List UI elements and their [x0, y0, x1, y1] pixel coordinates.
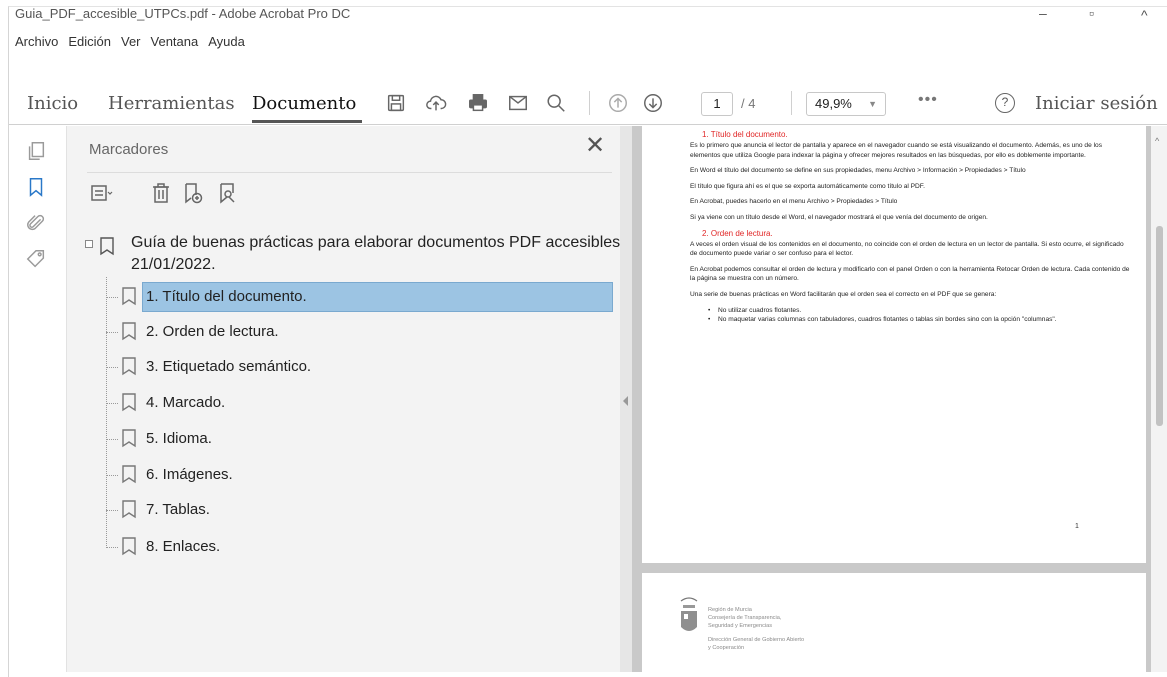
print-icon[interactable]	[465, 90, 491, 116]
bookmark-label: 3. Etiquetado semántico.	[146, 358, 312, 375]
window-title: Guia_PDF_accesible_UTPCs.pdf - Adobe Acr…	[15, 6, 351, 21]
panel-divider	[87, 172, 612, 173]
tab-inicio[interactable]: Inicio	[27, 93, 78, 114]
bookmark-item[interactable]: 8. Enlaces.	[106, 532, 576, 562]
document-viewport[interactable]: 1. Título del documento. Es lo primero q…	[632, 126, 1167, 677]
toolbar-separator	[791, 91, 792, 115]
upload-cloud-icon[interactable]	[423, 90, 449, 116]
collapse-arrow-icon[interactable]	[623, 396, 628, 406]
bookmark-icon	[98, 236, 116, 261]
footer-organization: Región de Murcia Consejería de Transpare…	[708, 607, 805, 651]
sign-in-link[interactable]: Iniciar sesión	[1035, 93, 1158, 114]
bookmark-item[interactable]: 2. Orden de lectura.	[106, 317, 576, 347]
zoom-value: 49,9%	[815, 96, 852, 111]
bookmark-label: 1. Título del documento.	[146, 288, 307, 305]
doc-paragraph: En Word el título del documento se defin…	[690, 167, 1026, 175]
bookmark-item[interactable]: 6. Imágenes.	[106, 460, 576, 490]
tab-documento[interactable]: Documento	[252, 93, 356, 114]
doc-paragraph: Si ya viene con un título desde el Word,…	[690, 213, 988, 221]
bookmark-item[interactable]: 3. Etiquetado semántico.	[106, 352, 576, 382]
menu-ver[interactable]: Ver	[121, 34, 141, 49]
doc-paragraph: Una serie de buenas prácticas en Word fa…	[690, 290, 997, 298]
bookmark-item[interactable]: 5. Idioma.	[106, 424, 576, 454]
search-bookmark-icon[interactable]	[215, 181, 241, 207]
search-icon[interactable]	[543, 90, 569, 116]
close-icon[interactable]: ✕	[585, 134, 605, 158]
bookmark-icon	[120, 321, 138, 346]
toolbar-separator	[589, 91, 590, 115]
bookmark-icon	[120, 499, 138, 524]
vertical-scrollbar[interactable]: ^	[1151, 126, 1167, 672]
mail-icon[interactable]	[505, 90, 531, 116]
pdf-page-2: Región de Murcia Consejería de Transpare…	[642, 573, 1146, 677]
close-button[interactable]: ^	[1141, 7, 1148, 23]
bookmark-root-title: Guía de buenas prácticas para elaborar d…	[131, 234, 625, 251]
bookmark-icon	[120, 536, 138, 561]
bookmark-item[interactable]: 4. Marcado.	[106, 388, 576, 418]
bookmark-item[interactable]: 1. Título del documento.	[106, 282, 613, 312]
menu-archivo[interactable]: Archivo	[15, 34, 58, 49]
bookmark-icon	[120, 356, 138, 381]
menu-edicion[interactable]: Edición	[68, 34, 111, 49]
bookmark-icon	[120, 286, 138, 311]
save-icon[interactable]	[383, 90, 409, 116]
doc-list-item: No maquetar varias columnas con tabulado…	[690, 315, 1132, 325]
page-total: / 4	[741, 96, 756, 111]
page-number-input[interactable]: 1	[701, 92, 733, 116]
options-menu-icon[interactable]	[89, 181, 115, 207]
delete-bookmark-icon[interactable]	[149, 181, 175, 207]
chevron-down-icon: ▼	[868, 99, 877, 109]
doc-paragraph: A veces el orden visual de los contenido…	[690, 240, 1124, 258]
bookmark-item[interactable]: 7. Tablas.	[106, 495, 576, 525]
doc-page-number: 1	[1075, 523, 1079, 530]
bookmark-label: 2. Orden de lectura.	[146, 323, 279, 340]
tag-icon[interactable]	[25, 248, 49, 272]
title-bar: Guia_PDF_accesible_UTPCs.pdf - Adobe Acr…	[9, 7, 1167, 37]
bookmark-label: 5. Idioma.	[146, 430, 212, 447]
menu-bar: Archivo Edición Ver Ventana Ayuda	[15, 34, 245, 49]
navigation-rail	[9, 126, 67, 672]
doc-heading: 1. Título del documento.	[702, 130, 788, 139]
region-crest-icon	[680, 597, 698, 631]
maximize-button[interactable]: ▫	[1089, 7, 1094, 21]
bookmark-icon[interactable]	[25, 176, 49, 200]
panel-splitter[interactable]	[620, 126, 632, 672]
help-icon[interactable]: ?	[995, 93, 1015, 113]
bookmark-icon	[120, 428, 138, 453]
tab-herramientas[interactable]: Herramientas	[108, 93, 235, 114]
more-options-button[interactable]: •••	[918, 91, 938, 109]
doc-heading: 2. Orden de lectura.	[702, 228, 773, 238]
acrobat-window: Guia_PDF_accesible_UTPCs.pdf - Adobe Acr…	[8, 6, 1167, 677]
bookmark-label: 8. Enlaces.	[146, 538, 221, 555]
doc-paragraph: En Acrobat, puedes hacerlo en el menu Ar…	[690, 198, 898, 206]
minimize-button[interactable]: –	[1039, 7, 1047, 21]
scrollbar-thumb[interactable]	[1156, 226, 1163, 426]
bookmark-label: 6. Imágenes.	[146, 466, 233, 483]
page-up-icon[interactable]	[605, 90, 631, 116]
attachment-icon[interactable]	[25, 212, 49, 236]
page-down-icon[interactable]	[640, 90, 666, 116]
zoom-select[interactable]: 49,9% ▼	[806, 92, 886, 116]
active-tab-indicator	[252, 120, 362, 123]
menu-ventana[interactable]: Ventana	[151, 34, 199, 49]
bookmark-icon	[120, 392, 138, 417]
doc-list-item: No utilizar cuadros flotantes.	[690, 306, 1132, 316]
bookmark-label: 4. Marcado.	[146, 394, 226, 411]
bookmarks-panel: Marcadores ✕ Guía de buenas prácticas pa…	[67, 126, 625, 672]
pdf-page-1: 1. Título del documento. Es lo primero q…	[642, 126, 1146, 563]
menu-ayuda[interactable]: Ayuda	[208, 34, 245, 49]
scroll-up-icon[interactable]: ^	[1155, 136, 1159, 146]
pages-icon[interactable]	[25, 140, 49, 164]
doc-paragraph: En Acrobat podemos consultar el orden de…	[690, 265, 1130, 283]
doc-paragraph: Es lo primero que anuncia el lector de p…	[690, 142, 1103, 159]
bookmark-icon	[120, 464, 138, 489]
panel-title: Marcadores	[89, 141, 169, 158]
new-bookmark-icon[interactable]	[181, 181, 207, 207]
doc-paragraph: El título que figura ahí es el que se ex…	[690, 182, 925, 190]
collapse-toggle-icon[interactable]	[85, 240, 93, 248]
main-toolbar: Inicio Herramientas Documento 1 / 4 49,9…	[9, 81, 1167, 125]
bookmark-root-date: 21/01/2022.	[131, 256, 216, 273]
bookmark-label: 7. Tablas.	[146, 501, 210, 518]
